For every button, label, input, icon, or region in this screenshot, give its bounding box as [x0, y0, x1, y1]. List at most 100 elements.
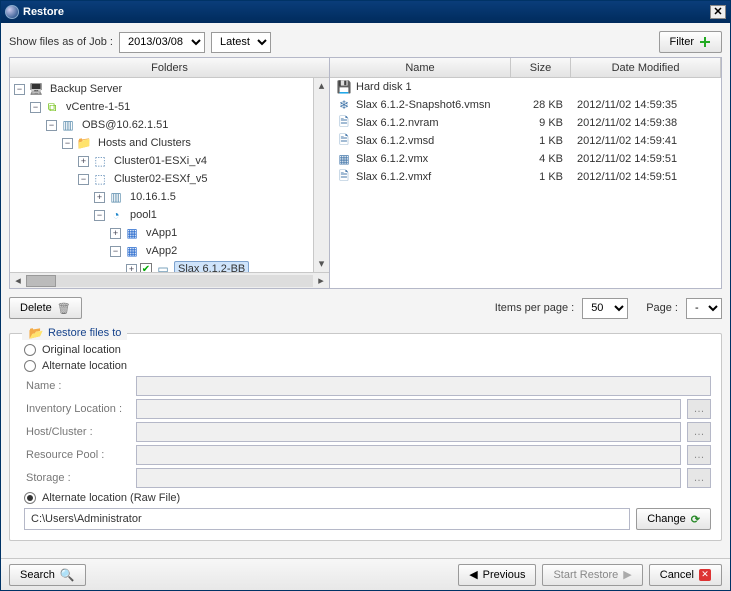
scroll-down-icon[interactable]: ▾ [314, 256, 329, 272]
expand-icon[interactable]: + [94, 192, 105, 203]
file-size: 1 KB [511, 171, 571, 183]
file-row[interactable]: ▦Slax 6.1.2.vmx4 KB2012/11/02 14:59:51 [330, 150, 721, 168]
tree-node-cluster1[interactable]: + ⬚ Cluster01-ESXi_v4 [78, 152, 313, 170]
host-browse-button: … [687, 422, 711, 442]
col-size[interactable]: Size [511, 58, 571, 77]
refresh-icon: ⟳ [691, 513, 700, 526]
page-select[interactable]: - [686, 298, 722, 319]
items-per-page-select[interactable]: 50 [582, 298, 628, 319]
tree-node-backup-server[interactable]: − 🖥 Backup Server [14, 80, 313, 98]
split-pane: Folders − 🖥 Backup Server [9, 57, 722, 289]
tree-node-slax[interactable]: + ✔ ▭ Slax 6.1.2-BB [126, 260, 313, 272]
page-label: Page : [646, 302, 678, 314]
scroll-right-icon[interactable]: ▸ [313, 274, 329, 287]
tree-node-vapp2[interactable]: − ▦ vApp2 [110, 242, 313, 260]
search-button[interactable]: Search 🔍 [9, 564, 86, 586]
folder-open-icon: 📂 [28, 326, 44, 340]
close-button[interactable]: ✕ [710, 5, 726, 19]
plus-icon [699, 36, 711, 48]
radio-icon[interactable] [24, 360, 36, 372]
collapse-icon[interactable]: − [62, 138, 73, 149]
job-date-select[interactable]: 2013/03/08 [119, 32, 205, 53]
host-input [136, 422, 681, 442]
delete-button[interactable]: Delete 🗑 [9, 297, 82, 319]
file-name: Slax 6.1.2.vmxf [356, 171, 431, 183]
row-name: Name : [20, 376, 711, 396]
file-size: 1 KB [511, 135, 571, 147]
expand-icon[interactable]: + [126, 264, 137, 273]
radio-original[interactable]: Original location [24, 344, 711, 356]
col-name[interactable]: Name [330, 58, 511, 77]
expand-icon[interactable]: + [78, 156, 89, 167]
inventory-browse-button: … [687, 399, 711, 419]
items-per-page-label: Items per page : [495, 302, 575, 314]
scroll-left-icon[interactable]: ◂ [10, 274, 26, 287]
file-size: 4 KB [511, 153, 571, 165]
file-row[interactable]: 🗎Slax 6.1.2.nvram9 KB2012/11/02 14:59:38 [330, 114, 721, 132]
checkbox-checked-icon[interactable]: ✔ [140, 263, 152, 272]
pool-browse-button: … [687, 445, 711, 465]
tree-node-vcentre[interactable]: − ⧉ vCentre-1-51 [30, 98, 313, 116]
storage-input [136, 468, 681, 488]
collapse-icon[interactable]: − [110, 246, 121, 257]
folders-tree[interactable]: − 🖥 Backup Server − ⧉ v [10, 78, 313, 272]
file-name: Slax 6.1.2.vmx [356, 153, 428, 165]
start-restore-button[interactable]: Start Restore ▶ [542, 564, 642, 586]
tree-node-vapp1[interactable]: + ▦ vApp1 [110, 224, 313, 242]
file-name: Slax 6.1.2.nvram [356, 117, 439, 129]
tree-node-cluster2[interactable]: − ⬚ Cluster02-ESXf_v5 [78, 170, 313, 188]
change-button[interactable]: Change ⟳ [636, 508, 711, 530]
radio-icon[interactable] [24, 344, 36, 356]
restore-fieldset: 📂 Restore files to Original location Alt… [9, 333, 722, 541]
file-size: 28 KB [511, 99, 571, 111]
previous-button[interactable]: ◀ Previous [458, 564, 536, 586]
show-files-label: Show files as of Job : [9, 36, 113, 48]
files-pane: Name Size Date Modified 💾 Hard disk 1 ❄S… [330, 58, 721, 288]
tree-node-hosts[interactable]: − 📁 Hosts and Clusters [62, 134, 313, 152]
name-input [136, 376, 711, 396]
cluster-icon: ⬚ [92, 154, 108, 168]
host-icon: ▥ [108, 190, 124, 204]
tree-node-obs[interactable]: − ▥ OBS@10.62.1.51 [46, 116, 313, 134]
scroll-thumb[interactable] [26, 275, 56, 287]
files-list[interactable]: 💾 Hard disk 1 ❄Slax 6.1.2-Snapshot6.vmsn… [330, 78, 721, 288]
file-date: 2012/11/02 14:59:35 [571, 99, 721, 111]
collapse-icon[interactable]: − [94, 210, 105, 221]
collapse-icon[interactable]: − [30, 102, 41, 113]
raw-path-input[interactable]: C:\Users\Administrator [24, 508, 630, 530]
radio-icon-selected[interactable] [24, 492, 36, 504]
restore-legend: 📂 Restore files to [22, 326, 127, 340]
tree-vscrollbar[interactable]: ▴ ▾ [313, 78, 329, 272]
footer-bar: Search 🔍 ◀ Previous Start Restore ▶ Canc… [1, 558, 730, 590]
collapse-icon[interactable]: − [46, 120, 57, 131]
file-date: 2012/11/02 14:59:51 [571, 171, 721, 183]
radio-alternate[interactable]: Alternate location [24, 360, 711, 372]
job-latest-select[interactable]: Latest [211, 32, 271, 53]
folders-header: Folders [10, 58, 329, 78]
collapse-icon[interactable]: − [78, 174, 89, 185]
cancel-icon: ✕ [699, 569, 711, 581]
scroll-up-icon[interactable]: ▴ [314, 78, 329, 94]
cancel-button[interactable]: Cancel ✕ [649, 564, 722, 586]
tree-node-ip[interactable]: + ▥ 10.16.1.5 [94, 188, 313, 206]
collapse-icon[interactable]: − [14, 84, 25, 95]
arrow-left-icon: ◀ [469, 568, 477, 581]
tree-node-pool1[interactable]: − ◔ pool1 [94, 206, 313, 224]
filter-button[interactable]: Filter [659, 31, 722, 53]
disk-icon: 💾 [336, 80, 352, 94]
row-inventory: Inventory Location : … [20, 399, 711, 419]
tree-hscrollbar[interactable]: ◂ ▸ [10, 272, 329, 288]
restore-window: Restore ✕ Show files as of Job : 2013/03… [0, 0, 731, 591]
app-icon [5, 5, 19, 19]
file-row[interactable]: 🗎Slax 6.1.2.vmsd1 KB2012/11/02 14:59:41 [330, 132, 721, 150]
file-group-row[interactable]: 💾 Hard disk 1 [330, 78, 721, 96]
host-icon: ▥ [60, 118, 76, 132]
col-date[interactable]: Date Modified [571, 58, 721, 77]
radio-raw[interactable]: Alternate location (Raw File) [24, 492, 711, 504]
file-row[interactable]: 🗎Slax 6.1.2.vmxf1 KB2012/11/02 14:59:51 [330, 168, 721, 186]
file-row[interactable]: ❄Slax 6.1.2-Snapshot6.vmsn28 KB2012/11/0… [330, 96, 721, 114]
cluster-icon: ⬚ [92, 172, 108, 186]
vcenter-icon: ⧉ [44, 100, 60, 114]
mid-toolbar: Delete 🗑 Items per page : 50 Page : - [9, 293, 722, 323]
expand-icon[interactable]: + [110, 228, 121, 239]
